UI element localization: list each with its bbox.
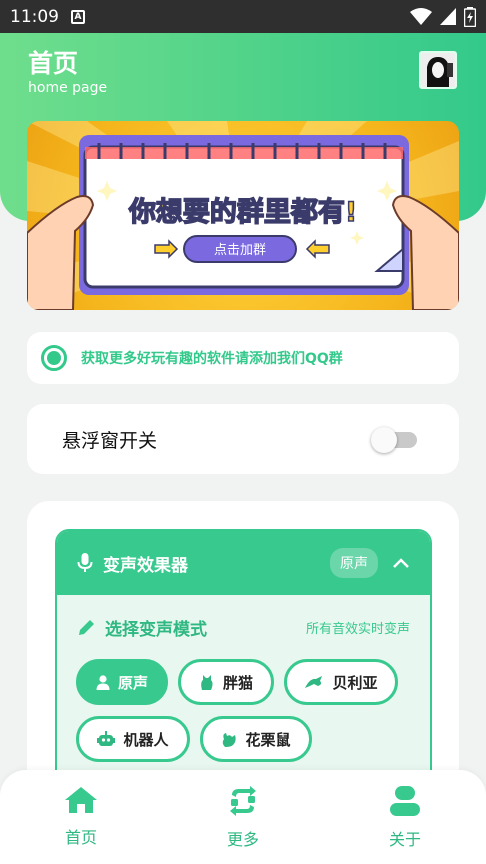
mode-select-hint: 所有音效实时变声: [305, 622, 410, 637]
voice-changer-title: 变声效果器: [103, 555, 188, 576]
mode-chip-robot[interactable]: 机器人: [76, 716, 190, 762]
cat-icon: [201, 675, 213, 690]
banner-illustration: 你想要的群里都有! 点击加群: [27, 121, 459, 310]
voice-changer-header[interactable]: 变声效果器 原声: [57, 531, 430, 595]
squirrel-icon: [223, 733, 237, 747]
mode-chip-label: 花栗鼠: [245, 730, 291, 749]
floating-window-card: 悬浮窗开关: [27, 404, 459, 474]
signal-icon: [440, 7, 456, 25]
mode-select-row: 选择变声模式 所有音效实时变声: [77, 615, 410, 640]
avatar-image-icon: [421, 53, 455, 87]
wifi-icon: [410, 7, 432, 25]
notice-text: 获取更多好玩有趣的软件请添加我们QQ群: [81, 351, 343, 367]
mode-chip-fat-cat[interactable]: 胖猫: [178, 659, 274, 705]
floating-window-switch[interactable]: [371, 427, 417, 453]
nav-more[interactable]: 更多: [203, 786, 283, 850]
nav-more-label: 更多: [226, 830, 259, 849]
mode-chip-label: 机器人: [123, 730, 169, 749]
mode-chip-label: 贝利亚: [332, 673, 378, 692]
banner-join-button[interactable]: 点击加群: [214, 243, 266, 258]
dragon-icon: [305, 676, 323, 688]
page-title: 首页: [28, 49, 79, 78]
status-bar: 11:09 A: [0, 0, 486, 33]
current-mode-badge: 原声: [330, 548, 378, 578]
nav-home[interactable]: 首页: [41, 786, 121, 848]
person-icon: [96, 674, 110, 690]
mode-chip-label: 原声: [117, 673, 148, 692]
battery-icon: [464, 6, 476, 27]
user-icon: [390, 786, 420, 816]
nav-about[interactable]: 关于: [365, 786, 445, 850]
mode-chip-original[interactable]: 原声: [76, 659, 168, 705]
qq-group-notice[interactable]: 获取更多好玩有趣的软件请添加我们QQ群: [27, 332, 459, 384]
radio-dot-icon: [41, 345, 67, 371]
avatar[interactable]: [419, 51, 457, 89]
status-right-icons: [410, 6, 476, 27]
mode-chip-chipmunk[interactable]: 花栗鼠: [200, 716, 312, 762]
status-time: 11:09: [10, 6, 59, 27]
robot-icon: [97, 731, 116, 746]
microphone-icon: [77, 553, 93, 572]
chevron-up-icon[interactable]: [392, 557, 410, 569]
nav-about-label: 关于: [388, 830, 421, 849]
voice-changer-panel: 变声效果器 原声 选择变声模式 所有音效实时变声 原声 胖猫 贝利亚 机器人 花…: [55, 529, 432, 789]
home-icon: [65, 787, 97, 813]
floating-window-label: 悬浮窗开关: [62, 429, 158, 452]
bottom-navigation: 首页 更多 关于: [0, 770, 486, 864]
switch-knob: [371, 427, 397, 453]
mode-chip-label: 胖猫: [222, 673, 253, 692]
page-subtitle: home page: [28, 80, 108, 96]
notification-a-icon: A: [71, 9, 85, 24]
nav-home-label: 首页: [64, 828, 97, 847]
mode-chip-belial[interactable]: 贝利亚: [284, 659, 398, 705]
pencil-icon: [79, 619, 94, 635]
swap-icon: [230, 786, 256, 816]
banner-headline: 你想要的群里都有!: [128, 196, 357, 228]
join-group-banner[interactable]: 你想要的群里都有! 点击加群: [27, 121, 459, 310]
mode-select-title: 选择变声模式: [105, 620, 207, 640]
